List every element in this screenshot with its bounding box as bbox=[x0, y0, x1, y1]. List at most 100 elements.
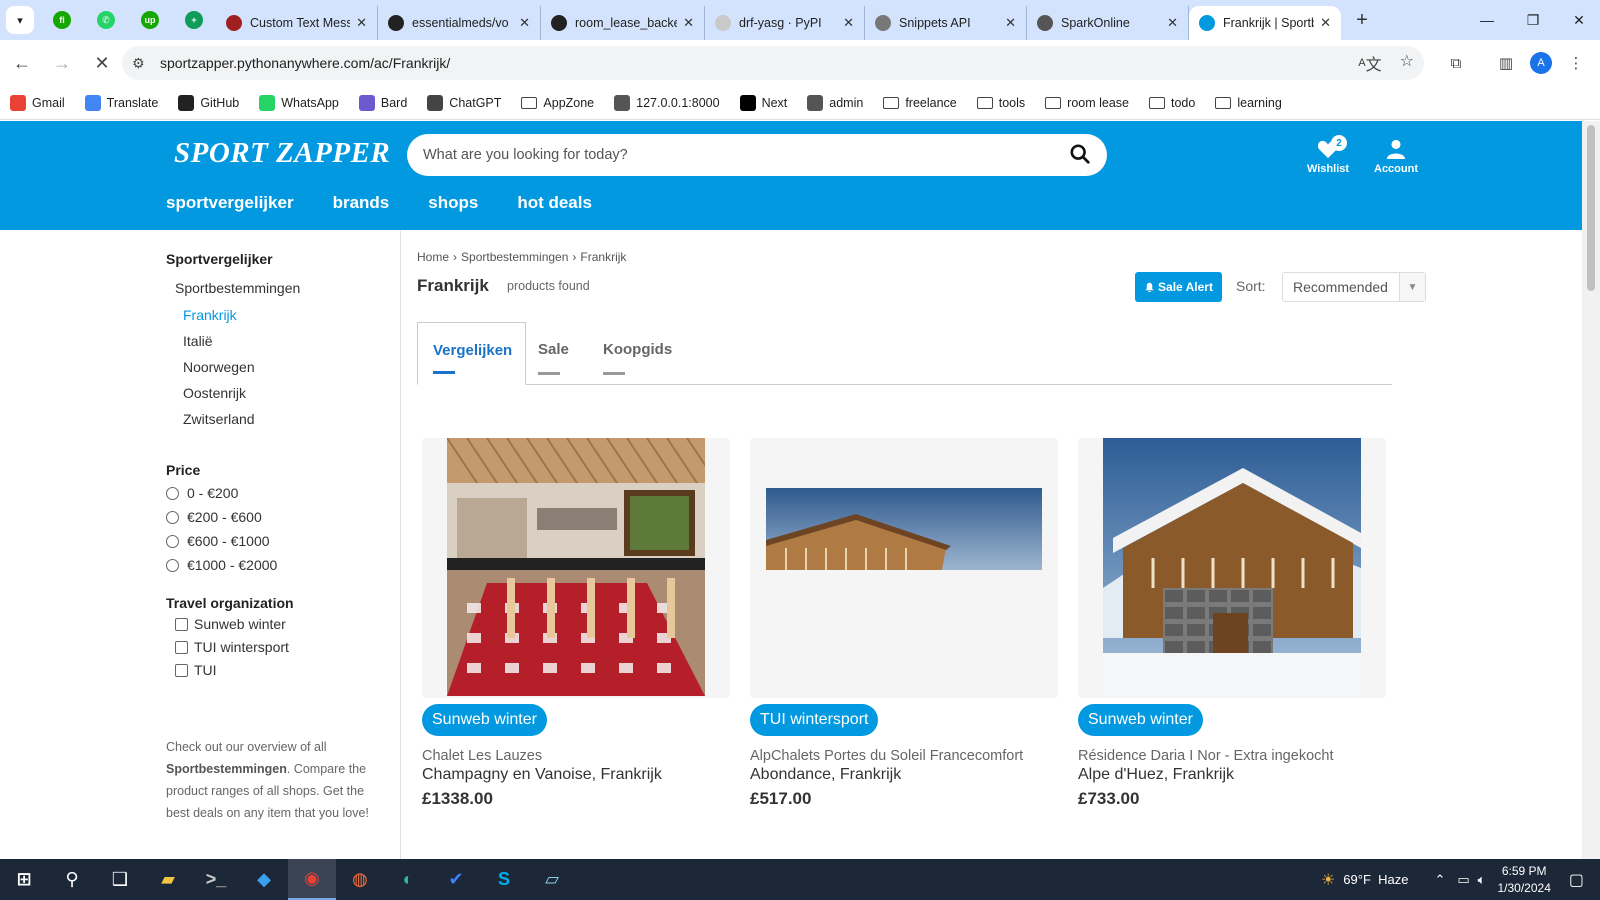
price-radio[interactable] bbox=[166, 510, 179, 524]
extensions-icon[interactable]: ⧉ bbox=[1441, 48, 1471, 78]
new-tab-button[interactable]: + bbox=[1347, 9, 1377, 32]
taskbar-app[interactable]: ⚲ bbox=[48, 859, 96, 900]
travel-checkbox[interactable] bbox=[175, 618, 188, 631]
taskbar-app[interactable]: ◉ bbox=[288, 859, 336, 900]
browser-tab[interactable]: room_lease_backe ✕ bbox=[541, 6, 705, 40]
bookmark-item[interactable]: 127.0.0.1:8000 bbox=[614, 94, 720, 111]
bookmark-item[interactable]: tools bbox=[976, 96, 1025, 110]
wishlist-button[interactable]: 2 Wishlist bbox=[1303, 135, 1353, 175]
close-tab-icon[interactable]: ✕ bbox=[519, 15, 530, 31]
browser-tab[interactable]: SparkOnline ✕ bbox=[1027, 6, 1189, 40]
sort-select[interactable]: Recommended ▼ bbox=[1282, 272, 1426, 302]
pinned-tab[interactable]: fi bbox=[40, 0, 84, 40]
pinned-tab[interactable]: ✆ bbox=[84, 0, 128, 40]
site-logo[interactable]: SPORT ZAPPER bbox=[174, 137, 390, 170]
sidebar-item-2[interactable]: Noorwegen bbox=[183, 354, 400, 380]
bookmark-item[interactable]: ChatGPT bbox=[427, 94, 501, 111]
bookmark-item[interactable]: AppZone bbox=[521, 96, 594, 110]
breadcrumb-item[interactable]: Home bbox=[417, 250, 449, 264]
sidebar-item-4[interactable]: Zwitserland bbox=[183, 406, 400, 432]
bookmark-item[interactable]: todo bbox=[1149, 96, 1195, 110]
notifications-icon[interactable]: ▢ bbox=[1569, 870, 1584, 890]
taskbar-app[interactable]: ❑ bbox=[96, 859, 144, 900]
page-scrollbar[interactable] bbox=[1582, 121, 1600, 859]
chevron-up-icon[interactable]: ⌃ bbox=[1434, 872, 1445, 888]
price-radio[interactable] bbox=[166, 558, 179, 572]
close-tab-icon[interactable]: ✕ bbox=[1167, 15, 1178, 31]
sidebar-category[interactable]: Sportbestemmingen bbox=[175, 280, 400, 296]
tab-koopgids[interactable]: Koopgids bbox=[594, 322, 674, 385]
price-radio[interactable] bbox=[166, 486, 179, 500]
travel-option[interactable]: TUI wintersport bbox=[175, 636, 400, 659]
bookmark-item[interactable]: Bard bbox=[358, 94, 407, 111]
taskbar-app[interactable]: >_ bbox=[192, 859, 240, 900]
price-radio[interactable] bbox=[166, 534, 179, 548]
bookmark-item[interactable]: admin bbox=[807, 94, 863, 111]
bookmark-star-icon[interactable]: ☆ bbox=[1400, 51, 1414, 75]
account-button[interactable]: Account bbox=[1371, 139, 1421, 175]
url-text[interactable]: sportzapper.pythonanywhere.com/ac/Frankr… bbox=[160, 55, 450, 71]
travel-option[interactable]: TUI bbox=[175, 659, 400, 682]
nav-link-shops[interactable]: shops bbox=[428, 193, 478, 213]
close-tab-icon[interactable]: ✕ bbox=[1320, 15, 1331, 31]
pinned-tab[interactable]: + bbox=[172, 0, 216, 40]
weather-text[interactable]: 69°F Haze bbox=[1343, 872, 1408, 887]
chevron-down-icon[interactable]: ▼ bbox=[1399, 273, 1425, 301]
shop-badge[interactable]: TUI wintersport bbox=[750, 704, 879, 736]
bookmark-item[interactable]: freelance bbox=[883, 96, 957, 110]
breadcrumb-item[interactable]: Sportbestemmingen bbox=[461, 250, 568, 264]
bookmark-item[interactable]: WhatsApp bbox=[259, 94, 339, 111]
taskbar-app[interactable]: ✔ bbox=[432, 859, 480, 900]
travel-option[interactable]: Sunweb winter bbox=[175, 613, 400, 636]
close-tab-icon[interactable]: ✕ bbox=[1005, 15, 1016, 31]
clock[interactable]: 6:59 PM 1/30/2024 bbox=[1497, 863, 1550, 897]
browser-tab[interactable]: Snippets API ✕ bbox=[865, 6, 1027, 40]
weather-icon[interactable]: ☀ bbox=[1321, 870, 1335, 890]
shop-badge[interactable]: Sunweb winter bbox=[1078, 704, 1203, 736]
back-button[interactable]: ← bbox=[4, 45, 40, 81]
price-option[interactable]: 0 - €200 bbox=[166, 481, 400, 505]
product-name[interactable]: Résidence Daria I Nor - Extra ingekocht bbox=[1078, 748, 1386, 764]
product-card[interactable]: Sunweb winter Chalet Les Lauzes Champagny … bbox=[422, 438, 730, 809]
product-card[interactable]: TUI wintersport AlpChalets Portes du Sole… bbox=[750, 438, 1058, 809]
product-name[interactable]: Chalet Les Lauzes bbox=[422, 748, 730, 764]
browser-tab[interactable]: essentialmeds/vo ✕ bbox=[378, 6, 541, 40]
taskbar-app[interactable]: S bbox=[480, 859, 528, 900]
close-tab-icon[interactable]: ✕ bbox=[843, 15, 854, 31]
nav-link-brands[interactable]: brands bbox=[333, 193, 390, 213]
bookmark-item[interactable]: Next bbox=[739, 94, 787, 111]
product-image[interactable] bbox=[422, 438, 730, 698]
bookmark-item[interactable]: room lease bbox=[1045, 96, 1129, 110]
product-image[interactable] bbox=[1078, 438, 1386, 698]
scrollbar-thumb[interactable] bbox=[1587, 125, 1595, 291]
price-option[interactable]: €200 - €600 bbox=[166, 505, 400, 529]
info-text-link[interactable]: Sportbestemmingen bbox=[166, 762, 287, 776]
profile-avatar[interactable]: A bbox=[1526, 48, 1556, 78]
close-window-button[interactable]: ✕ bbox=[1556, 0, 1600, 40]
product-card[interactable]: Sunweb winter Résidence Daria I Nor - Ext… bbox=[1078, 438, 1386, 809]
product-name[interactable]: AlpChalets Portes du Soleil Francecomfor… bbox=[750, 748, 1058, 764]
minimize-button[interactable]: — bbox=[1464, 0, 1510, 40]
shop-badge[interactable]: Sunweb winter bbox=[422, 704, 547, 736]
sidebar-item-0[interactable]: Frankrijk bbox=[183, 302, 400, 328]
sidebar-title[interactable]: Sportvergelijker bbox=[166, 251, 400, 267]
site-info-icon[interactable]: ⚙ bbox=[132, 55, 156, 72]
tab-vergelijken[interactable]: Vergelijken bbox=[417, 322, 526, 385]
bookmark-item[interactable]: learning bbox=[1215, 96, 1282, 110]
search-icon[interactable] bbox=[1069, 143, 1091, 165]
network-icon[interactable]: ▭ bbox=[1457, 872, 1469, 888]
browser-menu-icon[interactable]: ⋮ bbox=[1561, 48, 1591, 78]
bookmark-item[interactable]: Gmail bbox=[10, 94, 65, 111]
sidebar-item-1[interactable]: Italië bbox=[183, 328, 400, 354]
sale-alert-button[interactable]: Sale Alert bbox=[1135, 272, 1222, 302]
taskbar-app[interactable]: ▰ bbox=[144, 859, 192, 900]
taskbar-app[interactable]: ◍ bbox=[336, 859, 384, 900]
taskbar-app[interactable]: ▱ bbox=[528, 859, 576, 900]
pinned-tab[interactable]: up bbox=[128, 0, 172, 40]
translate-icon[interactable]: ᴬ文 bbox=[1358, 51, 1381, 75]
side-panel-icon[interactable]: ▥ bbox=[1491, 48, 1521, 78]
product-image[interactable] bbox=[750, 438, 1058, 698]
browser-tab[interactable]: Custom Text Mess ✕ bbox=[216, 6, 378, 40]
close-tab-icon[interactable]: ✕ bbox=[683, 15, 694, 31]
stop-loading-button[interactable]: ✕ bbox=[84, 45, 120, 81]
